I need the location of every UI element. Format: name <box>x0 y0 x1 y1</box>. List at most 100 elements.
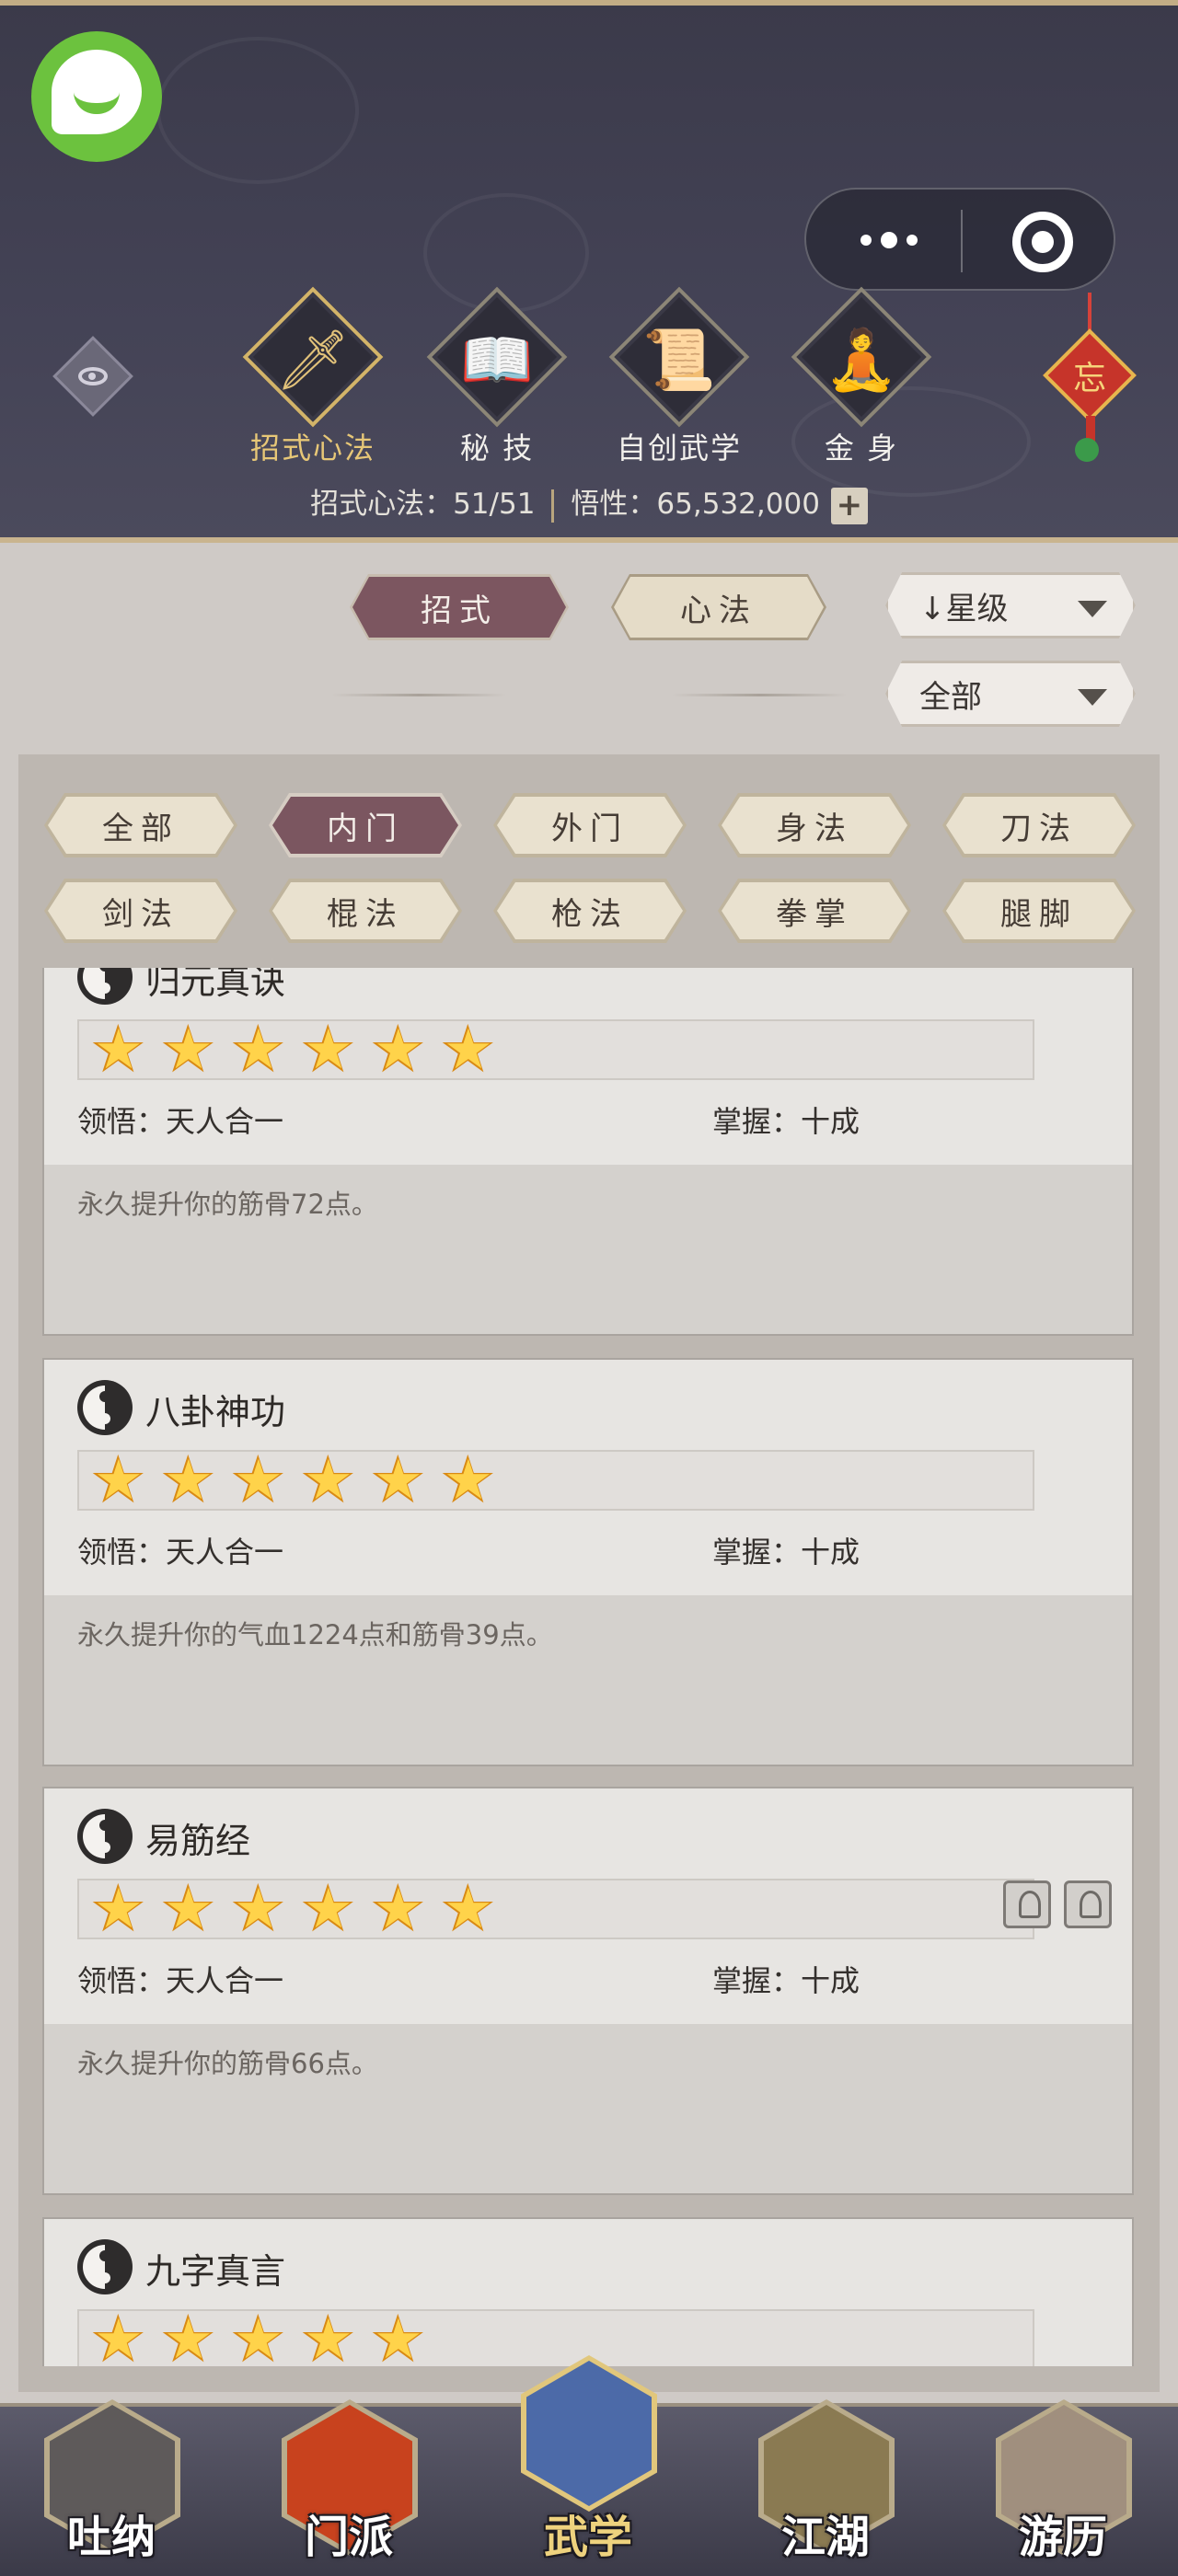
comprehension: 领悟：天人合一 <box>77 1963 284 1998</box>
skill-list[interactable]: 归元真诀 领悟：天人合一 掌握：十成 永久提升你的筋骨72点。 八卦神功 领悟：… <box>40 968 1136 2366</box>
chat-icon[interactable] <box>31 31 162 162</box>
comprehension: 领悟：天人合一 <box>77 1535 284 1570</box>
chevron-down-icon <box>1078 689 1107 706</box>
star-icon <box>434 1871 504 1945</box>
star-icon <box>294 1443 364 1516</box>
sword-icon: 🗡 <box>275 327 351 395</box>
skill-card[interactable]: 易筋经 领悟：天人合一 掌握：十成 永久提升你的筋骨66点。 <box>42 1787 1134 2195</box>
mastery: 掌握：十成 <box>712 1535 860 1570</box>
add-insight-button[interactable]: + <box>830 487 868 524</box>
book-icon: 📖 <box>460 327 534 395</box>
topnav-label: 秘 技 <box>459 431 535 466</box>
topnav-custom-martial[interactable]: 📜 自创武学 <box>587 286 753 473</box>
star-icon <box>434 1012 504 1086</box>
miniprogram-capsule <box>804 188 1115 291</box>
skill-description: 永久提升你的筋骨72点。 <box>77 1189 378 1220</box>
skill-card[interactable]: 归元真诀 领悟：天人合一 掌握：十成 永久提升你的筋骨72点。 <box>42 968 1134 1336</box>
star-icon <box>85 2302 155 2366</box>
skill-description: 永久提升你的气血1224点和筋骨39点。 <box>77 1619 553 1650</box>
divider <box>331 694 506 696</box>
tab-moves[interactable]: 招式 <box>350 574 569 640</box>
star-icon <box>85 1443 155 1516</box>
meditation-icon: 🧘 <box>825 327 898 395</box>
eye-icon <box>78 367 108 385</box>
star-icon <box>85 1871 155 1945</box>
topnav-moves-methods[interactable]: 🗡 招式心法 <box>221 286 387 473</box>
star-icon <box>225 1012 294 1086</box>
filter-chip[interactable]: 全部 <box>44 793 237 857</box>
yin-yang-icon <box>77 1809 133 1864</box>
divider <box>551 489 555 523</box>
mastery: 掌握：十成 <box>712 1963 860 1998</box>
equip-tag-icon[interactable] <box>1064 1880 1112 1928</box>
yin-yang-icon <box>77 1380 133 1435</box>
star-icon <box>364 2302 434 2366</box>
stats-line: 招式心法：51/51 悟性：65,532,000 + <box>0 480 1178 526</box>
filter-chip[interactable]: 拳掌 <box>718 879 911 943</box>
eye-button[interactable] <box>52 336 133 417</box>
star-icon <box>294 2302 364 2366</box>
scroll-icon: 📜 <box>642 327 716 395</box>
star-bar <box>77 1443 1034 1516</box>
star-icon <box>155 2302 225 2366</box>
header: 🗡 招式心法 📖 秘 技 📜 自创武学 🧘 金 身 忘 招式心法：51/51 悟性… <box>0 0 1178 543</box>
star-icon <box>294 1871 364 1945</box>
star-bar <box>77 1871 1034 1945</box>
insight-value: 悟性：65,532,000 <box>571 488 820 521</box>
cloud-decoration <box>156 37 359 184</box>
sort-dropdown[interactable]: ↓星级 <box>885 572 1136 638</box>
skill-name: 归元真诀 <box>145 968 286 1002</box>
yin-yang-icon <box>77 2239 133 2294</box>
skill-card[interactable]: 九字真言 <box>42 2217 1134 2366</box>
equip-tag-icon[interactable] <box>1003 1880 1051 1928</box>
star-icon <box>85 1012 155 1086</box>
star-icon <box>364 1443 434 1516</box>
sort-label: ↓星级 <box>919 590 1009 627</box>
star-icon <box>155 1871 225 1945</box>
nav-sect[interactable]: 门派 <box>271 2392 427 2576</box>
cloud-decoration <box>423 193 589 313</box>
topnav-secret-skill[interactable]: 📖 秘 技 <box>405 286 571 473</box>
category-dropdown[interactable]: 全部 <box>885 661 1136 727</box>
star-icon <box>364 1871 434 1945</box>
skill-name: 九字真言 <box>145 2251 286 2292</box>
category-label: 全部 <box>919 678 982 716</box>
chinese-knot-icon[interactable]: 忘 <box>1043 328 1137 422</box>
moves-progress: 招式心法：51/51 <box>310 488 536 521</box>
topnav-label: 金 身 <box>824 431 899 466</box>
filter-chip[interactable]: 枪法 <box>493 879 687 943</box>
filter-chip[interactable]: 剑法 <box>44 879 237 943</box>
topnav-label: 招式心法 <box>249 431 375 466</box>
filter-chip[interactable]: 棍法 <box>269 879 462 943</box>
nav-jianghu[interactable]: 江湖 <box>747 2392 904 2576</box>
nav-martial-arts[interactable]: 武学 <box>510 2355 666 2576</box>
filter-chip[interactable]: 刀法 <box>942 793 1136 857</box>
chevron-down-icon <box>1078 601 1107 617</box>
star-icon <box>155 1012 225 1086</box>
filter-chip-active[interactable]: 内门 <box>269 793 462 857</box>
star-bar <box>77 1012 1034 1086</box>
tab-moves-label: 招式 <box>352 577 566 638</box>
close-target-icon[interactable] <box>1012 212 1073 272</box>
divider <box>672 694 847 696</box>
filter-chip[interactable]: 外门 <box>493 793 687 857</box>
nav-travel[interactable]: 游历 <box>985 2392 1141 2576</box>
skill-description: 永久提升你的筋骨66点。 <box>77 2048 378 2079</box>
skill-name: 易筋经 <box>145 1821 251 1861</box>
star-icon <box>364 1012 434 1086</box>
tab-methods[interactable]: 心法 <box>611 574 826 640</box>
nav-tuna[interactable]: 吐纳 <box>33 2392 190 2576</box>
more-icon[interactable] <box>852 217 926 263</box>
filter-chip[interactable]: 身法 <box>718 793 911 857</box>
star-icon <box>225 1871 294 1945</box>
star-icon <box>225 1443 294 1516</box>
filter-chip[interactable]: 腿脚 <box>942 879 1136 943</box>
star-icon <box>434 1443 504 1516</box>
star-icon <box>225 2302 294 2366</box>
skill-name: 八卦神功 <box>145 1392 286 1432</box>
star-icon <box>155 1443 225 1516</box>
star-icon <box>294 1012 364 1086</box>
skill-card[interactable]: 八卦神功 领悟：天人合一 掌握：十成 永久提升你的气血1224点和筋骨39点。 <box>42 1358 1134 1766</box>
topnav-golden-body[interactable]: 🧘 金 身 <box>769 286 935 473</box>
tab-methods-label: 心法 <box>614 577 824 638</box>
